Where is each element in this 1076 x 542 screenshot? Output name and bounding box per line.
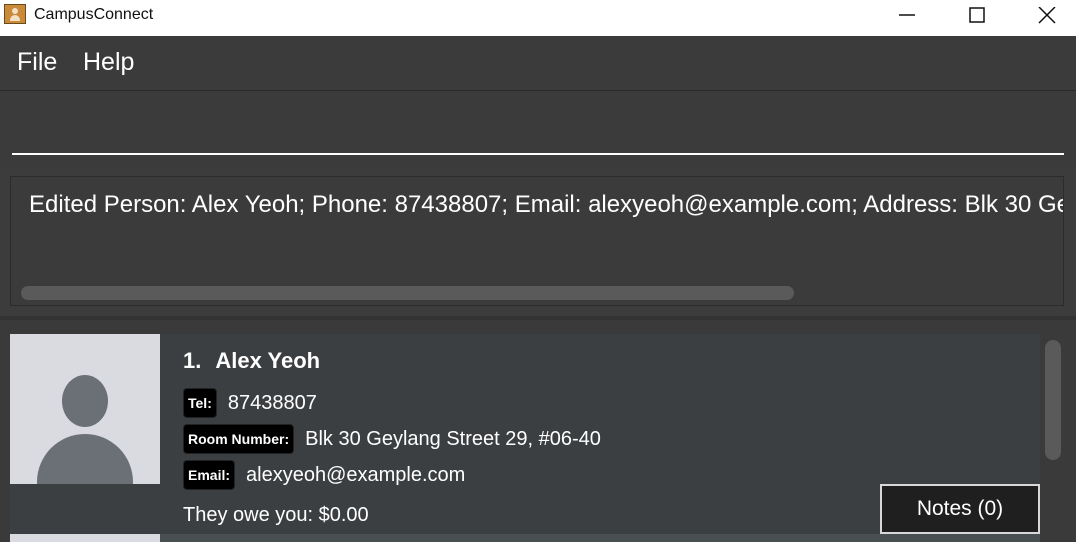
email-value: alexyeoh@example.com [246, 463, 466, 486]
person-silhouette-icon [62, 375, 108, 427]
maximize-icon [969, 7, 985, 23]
vertical-scrollbar[interactable] [1045, 340, 1061, 460]
command-input[interactable] [12, 105, 1064, 155]
title-bar: CampusConnect [0, 0, 1076, 36]
command-box [0, 91, 1076, 167]
maximize-button[interactable] [946, 0, 1006, 32]
phone-value: 87438807 [227, 391, 317, 414]
person-card-next[interactable] [10, 534, 1040, 542]
menu-help[interactable]: Help [83, 48, 134, 77]
person-list: 1. Alex Yeoh Tel: 87438807 Room Number: B… [0, 320, 1076, 542]
phone-field: Tel: 87438807 [183, 388, 317, 418]
close-icon [1038, 7, 1056, 24]
person-index: 1. [183, 348, 202, 373]
room-tag: Room Number: [183, 424, 295, 454]
contacts-book-icon [4, 4, 26, 24]
room-field: Room Number: Blk 30 Geylang Street 29, #… [183, 424, 601, 454]
room-value: Blk 30 Geylang Street 29, #06-40 [305, 427, 601, 450]
avatar [10, 334, 160, 484]
result-message: Edited Person: Alex Yeoh; Phone: 8743880… [29, 191, 1063, 218]
person-card[interactable]: 1. Alex Yeoh Tel: 87438807 Room Number: B… [10, 334, 1040, 534]
window-title: CampusConnect [34, 6, 154, 23]
notes-button[interactable]: Notes (0) [880, 484, 1040, 534]
email-field: Email: alexyeoh@example.com [183, 460, 465, 490]
menu-file[interactable]: File [17, 48, 57, 77]
owe-amount: They owe you: $0.00 [183, 504, 369, 526]
minimize-icon [899, 14, 915, 16]
horizontal-scrollbar[interactable] [21, 286, 794, 300]
email-tag: Email: [183, 460, 236, 490]
minimize-button[interactable] [876, 0, 936, 32]
close-button[interactable] [1016, 0, 1076, 32]
person-name-line: 1. Alex Yeoh [183, 348, 320, 374]
menu-bar: File Help [0, 36, 1076, 91]
phone-tag: Tel: [183, 388, 217, 418]
result-display: Edited Person: Alex Yeoh; Phone: 8743880… [10, 176, 1064, 306]
person-name: Alex Yeoh [215, 348, 321, 373]
